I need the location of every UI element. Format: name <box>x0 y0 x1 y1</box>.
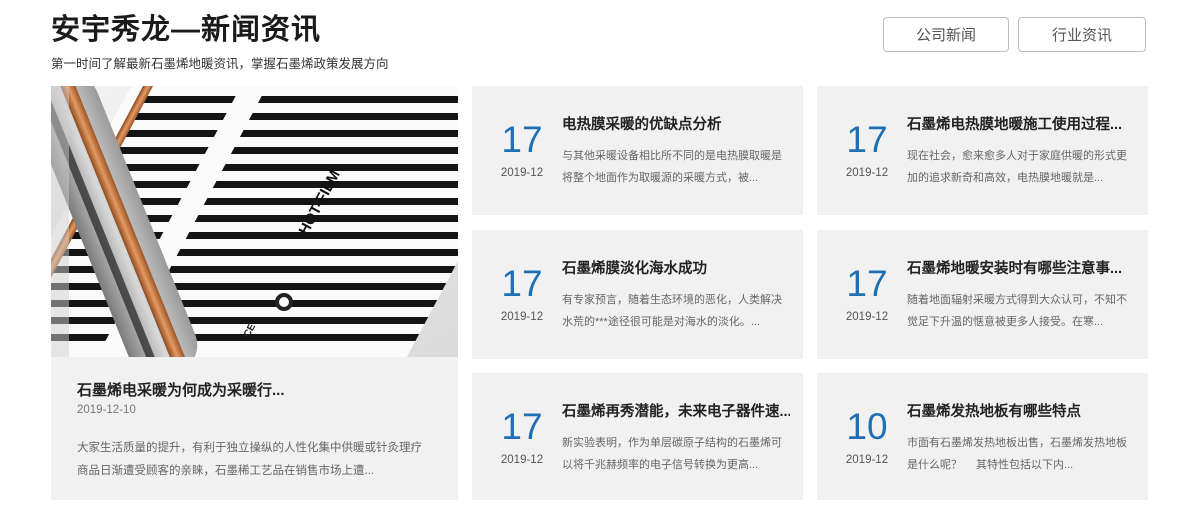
card-summary: 有专家预言，随着生态环境的恶化，人类解决水荒的***途径很可能是对海水的淡化。.… <box>562 294 782 328</box>
news-card[interactable]: 17 2019-12 石墨烯再秀潜能，未来电子器件速... 新实验表明，作为单层… <box>472 373 803 500</box>
card-summary: 市面有石墨烯发热地板出售，石墨烯发热地板是什么呢？ 其特性包括以下内... <box>907 437 1127 471</box>
page-subtitle: 第一时间了解最新石墨烯地暖资讯，掌握石墨烯政策发展方向 <box>51 57 389 71</box>
tab-company-news[interactable]: 公司新闻 <box>883 17 1009 52</box>
card-summary: 现在社会，愈来愈多人对于家庭供暖的形式更加的追求新奇和高效，电热膜地暖就是... <box>907 150 1127 184</box>
card-title[interactable]: 石墨烯再秀潜能，未来电子器件速... <box>562 400 790 421</box>
heating-film-roll-photo-icon: HOT-FILM CE <box>51 86 458 357</box>
card-day: 17 <box>501 119 543 160</box>
news-card[interactable]: 10 2019-12 石墨烯发热地板有哪些特点 市面有石墨烯发热地板出售，石墨烯… <box>817 373 1148 500</box>
featured-summary: 大家生活质量的提升，有利于独立操纵的人性化集中供暖或针灸理疗商品日渐遭受顾客的亲… <box>77 442 422 477</box>
card-year-month: 2019-12 <box>845 454 889 466</box>
news-card[interactable]: 17 2019-12 石墨烯地暖安装时有哪些注意事... 随着地面辐射采暖方式得… <box>817 230 1148 359</box>
featured-date: 2019-12-10 <box>77 404 136 416</box>
card-summary: 随着地面辐射采暖方式得到大众认可，不知不觉足下升温的惬意被更多人接受。在寒... <box>907 294 1127 328</box>
card-day: 17 <box>846 263 888 304</box>
news-card[interactable]: 17 2019-12 石墨烯电热膜地暖施工使用过程... 现在社会，愈来愈多人对… <box>817 86 1148 215</box>
card-year-month: 2019-12 <box>500 167 544 179</box>
card-year-month: 2019-12 <box>845 311 889 323</box>
card-summary: 新实验表明，作为单层碳原子结构的石墨烯可以将千兆赫频率的电子信号转换为更高... <box>562 437 782 471</box>
card-year-month: 2019-12 <box>500 454 544 466</box>
page-title: 安宇秀龙—新闻资讯 <box>51 14 322 46</box>
card-title[interactable]: 石墨烯发热地板有哪些特点 <box>907 400 1135 421</box>
card-title[interactable]: 石墨烯电热膜地暖施工使用过程... <box>907 113 1135 134</box>
card-day: 17 <box>501 263 543 304</box>
featured-article[interactable]: HOT-FILM CE 石墨烯电采暖为何成为采暖行... 2019-12-10 … <box>51 86 458 500</box>
card-year-month: 2019-12 <box>845 167 889 179</box>
news-card[interactable]: 17 2019-12 电热膜采暖的优缺点分析 与其他采暖设备相比所不同的是电热膜… <box>472 86 803 215</box>
featured-title[interactable]: 石墨烯电采暖为何成为采暖行... <box>77 379 437 400</box>
card-day: 10 <box>846 406 888 447</box>
tab-industry-news[interactable]: 行业资讯 <box>1018 17 1146 52</box>
card-title[interactable]: 石墨烯膜淡化海水成功 <box>562 257 790 278</box>
featured-image[interactable]: HOT-FILM CE <box>51 86 458 357</box>
card-title[interactable]: 电热膜采暖的优缺点分析 <box>562 113 790 134</box>
card-year-month: 2019-12 <box>500 311 544 323</box>
card-title[interactable]: 石墨烯地暖安装时有哪些注意事... <box>907 257 1135 278</box>
card-day: 17 <box>501 406 543 447</box>
card-day: 17 <box>846 119 888 160</box>
news-card[interactable]: 17 2019-12 石墨烯膜淡化海水成功 有专家预言，随着生态环境的恶化，人类… <box>472 230 803 359</box>
card-summary: 与其他采暖设备相比所不同的是电热膜取暖是将整个地面作为取暖源的采暖方式，被... <box>562 150 782 184</box>
